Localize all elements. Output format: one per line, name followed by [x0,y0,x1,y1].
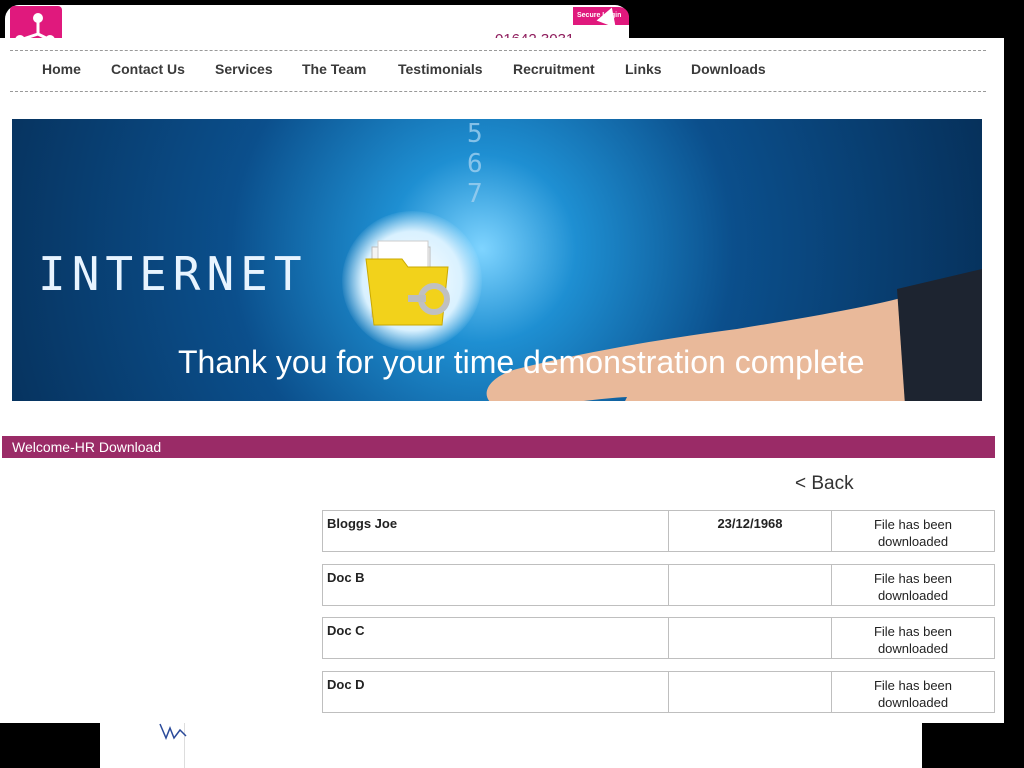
doc-date: 23/12/1968 [669,511,832,551]
doc-date [669,672,832,712]
footer-area [100,723,922,768]
nav-services[interactable]: Services [215,61,273,77]
scribble-mark-icon [159,723,187,740]
main-navigation: Home Contact Us Services The Team Testim… [10,50,986,92]
doc-name[interactable]: Doc D [323,672,669,712]
table-row: Doc C File has been downloaded [322,617,995,659]
nav-downloads[interactable]: Downloads [691,61,766,77]
doc-date [669,565,832,605]
demo-overlay-caption: Thank you for your time demonstration co… [178,344,865,380]
doc-status: File has been downloaded [873,517,953,549]
doc-name[interactable]: Bloggs Joe [323,511,669,551]
back-link[interactable]: < Back [795,473,854,495]
doc-status: File has been downloaded [873,571,953,603]
nav-contact-us[interactable]: Contact Us [111,61,185,77]
nav-links[interactable]: Links [625,61,662,77]
table-row: Doc D File has been downloaded [322,671,995,713]
nav-testimonials[interactable]: Testimonials [398,61,483,77]
doc-name[interactable]: Doc B [323,565,669,605]
table-row: Doc B File has been downloaded [322,564,995,606]
section-title-bar: Welcome-HR Download [2,436,995,458]
nav-home[interactable]: Home [42,61,81,77]
doc-date [669,618,832,658]
doc-status: File has been downloaded [873,624,953,656]
nav-recruitment[interactable]: Recruitment [513,61,595,77]
doc-status: File has been downloaded [873,678,953,710]
table-row: Bloggs Joe 23/12/1968 File has been downl… [322,510,995,552]
nav-the-team[interactable]: The Team [302,61,366,77]
doc-name[interactable]: Doc C [323,618,669,658]
